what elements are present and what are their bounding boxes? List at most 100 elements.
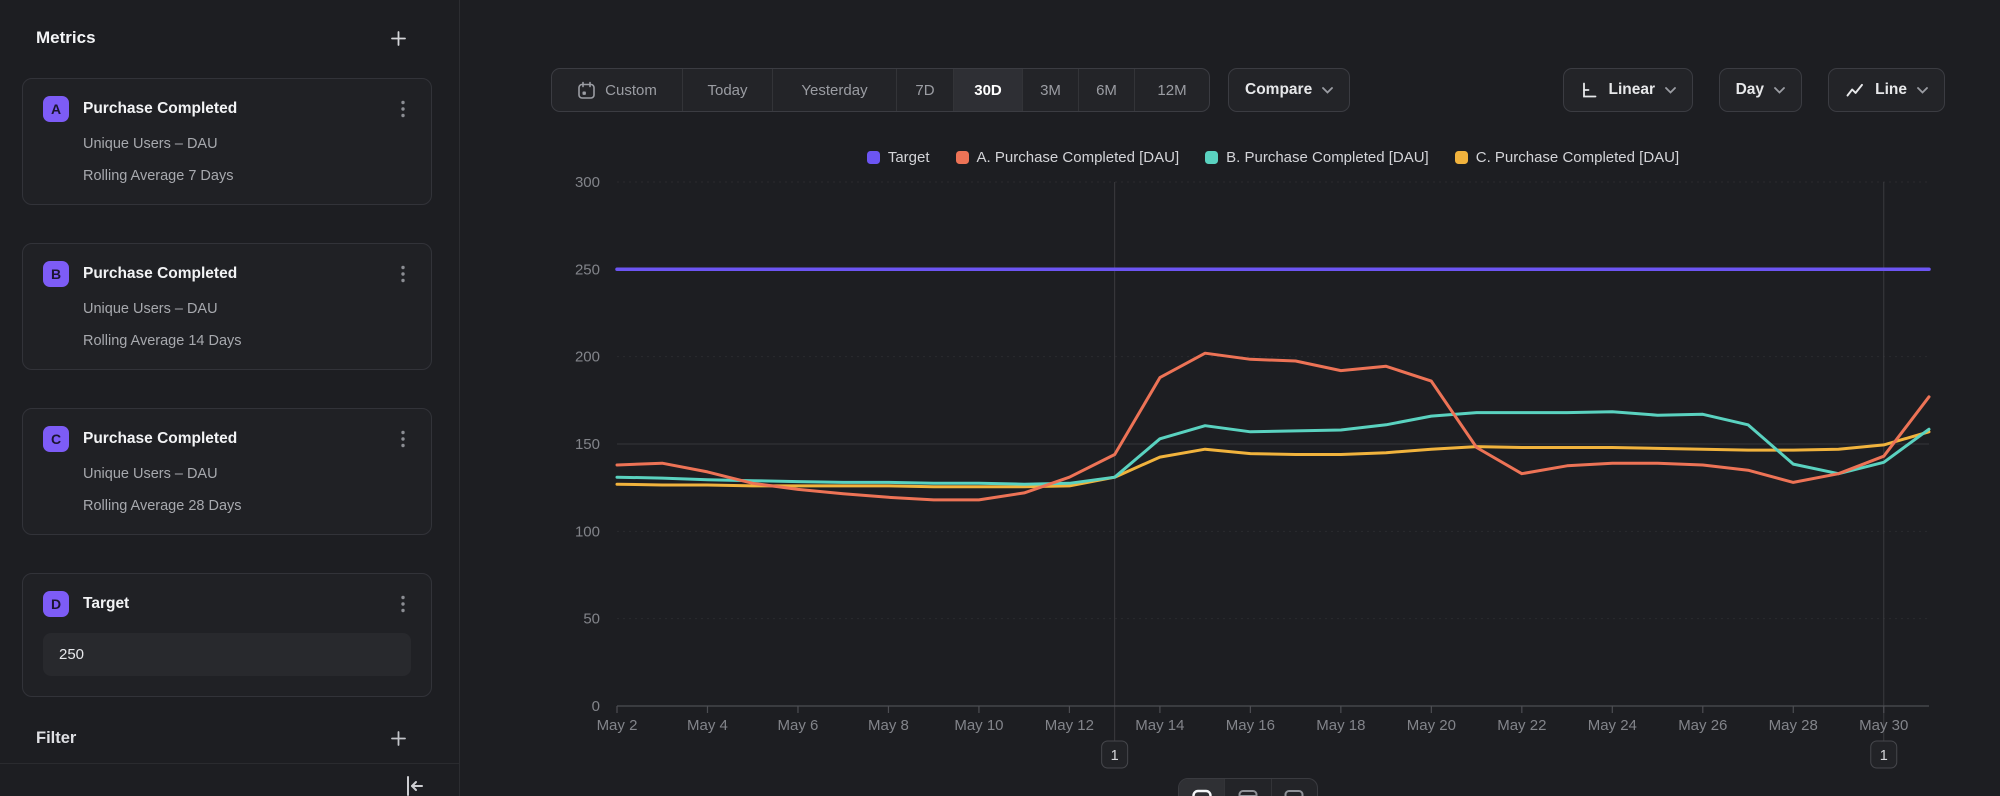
view-bar-button[interactable] [1272, 779, 1317, 796]
series-b-purchase-completed-dau [617, 412, 1929, 485]
metric-badge-b: B [43, 261, 69, 287]
collapse-sidebar-button[interactable] [402, 775, 426, 796]
range-label: 3M [1040, 82, 1061, 99]
x-axis-label: May 8 [868, 717, 909, 734]
range-3m[interactable]: 3M [1023, 69, 1079, 111]
view-toggle-group [1178, 778, 1318, 796]
metric-title: Purchase Completed [83, 430, 395, 448]
metric-card-a[interactable]: A Purchase Completed Unique Users – DAU … [22, 78, 432, 205]
sidebar-header: Metrics [0, 0, 459, 48]
y-axis-label: 0 [592, 698, 600, 715]
axis-scale-icon [1580, 81, 1598, 99]
range-label: 12M [1157, 82, 1186, 99]
y-axis-label: 100 [575, 523, 600, 540]
date-range-control: Custom Today Yesterday 7D 30D 3M 6M 12M [551, 68, 1210, 112]
x-axis-label: May 26 [1678, 717, 1727, 734]
range-label: Today [707, 82, 747, 99]
range-custom[interactable]: Custom [552, 69, 683, 111]
target-card[interactable]: D Target 250 [22, 573, 432, 697]
filter-section-title: Filter [36, 729, 76, 748]
metric-card-header: C Purchase Completed [43, 426, 411, 452]
metric-measurement: Unique Users – DAU [83, 300, 411, 319]
kebab-menu-icon [401, 430, 405, 448]
filter-section: Filter [36, 729, 407, 748]
range-12m[interactable]: 12M [1135, 69, 1209, 111]
metric-badge-a: A [43, 96, 69, 122]
range-7d[interactable]: 7D [897, 69, 954, 111]
x-axis-label: May 24 [1588, 717, 1637, 734]
x-axis-label: May 16 [1226, 717, 1275, 734]
metric-card-b[interactable]: B Purchase Completed Unique Users – DAU … [22, 243, 432, 370]
chevron-down-icon [1322, 87, 1333, 94]
metric-rolling-average: Rolling Average 28 Days [83, 497, 411, 516]
range-today[interactable]: Today [683, 69, 773, 111]
range-label: 6M [1096, 82, 1117, 99]
metric-options-button[interactable] [395, 593, 411, 615]
annotation-badge-label: 1 [1111, 748, 1119, 764]
view-table-button[interactable] [1225, 779, 1271, 796]
y-axis-label: 300 [575, 174, 600, 191]
plus-icon [390, 30, 407, 47]
metric-title: Purchase Completed [83, 100, 395, 118]
metric-rolling-average: Rolling Average 14 Days [83, 332, 411, 351]
y-axis-label: 150 [575, 436, 600, 453]
plus-icon [390, 730, 407, 747]
x-axis-label: May 2 [597, 717, 638, 734]
bar-view-icon [1283, 788, 1305, 796]
metric-badge-c: C [43, 426, 69, 452]
sidebar-divider [0, 763, 459, 764]
metric-card-header: A Purchase Completed [43, 96, 411, 122]
scale-label: Linear [1608, 81, 1655, 99]
x-axis-label: May 20 [1407, 717, 1456, 734]
sidebar: Metrics A Purchase Completed Unique User… [0, 0, 460, 796]
target-value-input[interactable]: 250 [43, 633, 411, 676]
metric-title: Purchase Completed [83, 265, 395, 283]
range-6m[interactable]: 6M [1079, 69, 1135, 111]
collapse-sidebar-icon [402, 775, 426, 796]
y-axis-label: 250 [575, 261, 600, 278]
metric-card-header: B Purchase Completed [43, 261, 411, 287]
view-line-button[interactable] [1179, 779, 1225, 796]
x-axis-label: May 14 [1135, 717, 1184, 734]
line-chart[interactable]: 050100150200250300May 2May 4May 6May 8Ma… [461, 130, 2000, 796]
line-view-icon [1191, 788, 1213, 796]
range-30d-selected[interactable]: 30D [954, 69, 1023, 111]
calendar-icon [577, 81, 596, 100]
metrics-section-title: Metrics [36, 28, 96, 48]
metric-options-button[interactable] [395, 263, 411, 285]
x-axis-label: May 10 [954, 717, 1003, 734]
metric-measurement: Unique Users – DAU [83, 135, 411, 154]
granularity-dropdown[interactable]: Day [1719, 68, 1802, 112]
metrics-dashboard: Metrics A Purchase Completed Unique User… [0, 0, 2000, 796]
chart-panel: Custom Today Yesterday 7D 30D 3M 6M 12M … [461, 0, 2000, 796]
add-metric-button[interactable] [390, 30, 407, 47]
x-axis-label: May 22 [1497, 717, 1546, 734]
kebab-menu-icon [401, 265, 405, 283]
metric-badge-d: D [43, 591, 69, 617]
x-axis-label: May 4 [687, 717, 728, 734]
annotation-badge-label: 1 [1880, 748, 1888, 764]
kebab-menu-icon [401, 595, 405, 613]
kebab-menu-icon [401, 100, 405, 118]
compare-button[interactable]: Compare [1228, 68, 1350, 112]
metric-options-button[interactable] [395, 98, 411, 120]
chevron-down-icon [1774, 87, 1785, 94]
compare-label: Compare [1245, 81, 1312, 99]
add-filter-button[interactable] [390, 730, 407, 747]
series-a-purchase-completed-dau [617, 353, 1929, 500]
chart-type-label: Line [1875, 81, 1907, 99]
x-axis-label: May 12 [1045, 717, 1094, 734]
y-axis-label: 200 [575, 349, 600, 366]
metric-options-button[interactable] [395, 428, 411, 450]
target-title: Target [83, 595, 395, 613]
metric-rolling-average: Rolling Average 7 Days [83, 167, 411, 186]
y-axis-label: 50 [583, 611, 600, 628]
chart-type-dropdown[interactable]: Line [1828, 68, 1945, 112]
chevron-down-icon [1917, 87, 1928, 94]
range-yesterday[interactable]: Yesterday [773, 69, 897, 111]
scale-dropdown[interactable]: Linear [1563, 68, 1693, 112]
granularity-label: Day [1736, 81, 1764, 99]
x-axis-label: May 18 [1316, 717, 1365, 734]
metric-card-c[interactable]: C Purchase Completed Unique Users – DAU … [22, 408, 432, 535]
range-label: Custom [605, 82, 657, 99]
